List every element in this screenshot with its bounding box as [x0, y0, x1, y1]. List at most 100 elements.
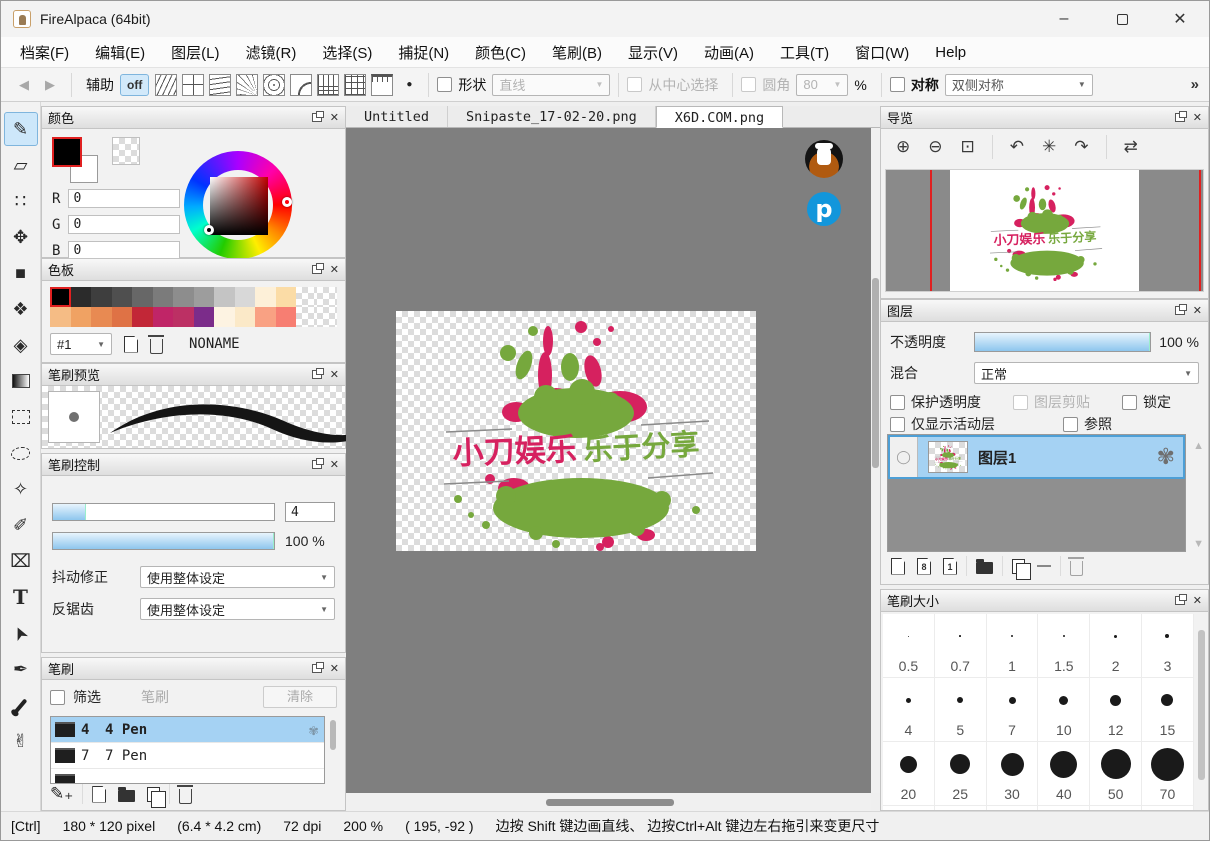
palette-swatch[interactable]	[296, 307, 317, 327]
palette-swatch[interactable]	[296, 287, 317, 307]
panel-close-icon[interactable]: ✕	[330, 458, 339, 471]
saturation-square[interactable]	[210, 177, 268, 235]
rect-select-tool[interactable]	[4, 400, 38, 434]
close-button[interactable]: ✕	[1151, 1, 1209, 37]
menu-item-13[interactable]: Help	[922, 40, 979, 65]
brush-size-value[interactable]: 4	[285, 502, 335, 522]
palette-swatch[interactable]	[214, 307, 235, 327]
hscroll-thumb[interactable]	[546, 799, 674, 806]
panel-close-icon[interactable]: ✕	[1193, 304, 1202, 317]
panel-float-icon[interactable]	[312, 265, 322, 274]
menu-item-2[interactable]: 编辑(E)	[82, 38, 158, 67]
snap-parallel-icon[interactable]	[155, 74, 177, 96]
palette-swatch[interactable]	[214, 287, 235, 307]
snap-cross-icon[interactable]	[182, 74, 204, 96]
panel-close-icon[interactable]: ✕	[330, 368, 339, 381]
document-tab-2[interactable]: Snipaste_17-02-20.png	[448, 106, 656, 127]
palette-swatch[interactable]	[132, 287, 153, 307]
menu-item-4[interactable]: 滤镜(R)	[233, 38, 310, 67]
palette-swatch[interactable]	[112, 307, 133, 327]
brush-size-option[interactable]: 3	[1142, 614, 1194, 678]
lasso-select-tool[interactable]	[4, 436, 38, 470]
brush-size-option[interactable]: 10	[1038, 678, 1090, 742]
menu-item-9[interactable]: 显示(V)	[615, 38, 691, 67]
select-pen-tool[interactable]: ✐	[4, 508, 38, 542]
checkbox[interactable]	[1063, 417, 1078, 432]
palette-swatch[interactable]	[91, 287, 112, 307]
r-value-field[interactable]: 0	[68, 189, 180, 208]
gradient-tool[interactable]	[4, 364, 38, 398]
new-layer-icon[interactable]	[891, 558, 905, 575]
menu-item-6[interactable]: 捕捉(N)	[385, 38, 462, 67]
symmetry-dropdown[interactable]: 双侧对称▼	[945, 74, 1093, 96]
hand-tool[interactable]: ✌	[4, 724, 38, 758]
menu-item-8[interactable]: 笔刷(B)	[539, 38, 615, 67]
brush-size-scrollbar[interactable]	[1198, 630, 1205, 780]
panel-float-icon[interactable]	[1175, 596, 1185, 605]
snap-radial-icon[interactable]	[236, 74, 258, 96]
brush-item-partial[interactable]	[51, 769, 324, 784]
g-value-field[interactable]: 0	[68, 215, 180, 234]
shape-dropdown[interactable]: 直线▼	[492, 74, 610, 96]
brush-size-option[interactable]: 70	[1142, 742, 1194, 806]
new-1bit-layer-icon[interactable]	[943, 558, 957, 575]
brush-item[interactable]: 77 Pen	[51, 743, 324, 769]
checkbox[interactable]	[890, 395, 905, 410]
blob-brush-tool[interactable]: ❖	[4, 292, 38, 326]
brush-size-slider[interactable]	[52, 503, 275, 521]
palette-swatch[interactable]	[317, 287, 338, 307]
brush-size-option[interactable]: 12	[1090, 678, 1142, 742]
dot-tool[interactable]: ∷	[4, 184, 38, 218]
navigator-preview[interactable]	[885, 169, 1204, 292]
fill-shape-tool[interactable]: ■	[4, 256, 38, 290]
delete-palette-icon[interactable]	[150, 339, 163, 354]
toolbar-overflow-icon[interactable]: »	[1191, 76, 1199, 93]
panel-close-icon[interactable]: ✕	[1193, 111, 1202, 124]
palette-swatch[interactable]	[112, 287, 133, 307]
minimize-button[interactable]: –	[1035, 1, 1093, 37]
brush-size-option[interactable]: 5	[935, 678, 987, 742]
panel-close-icon[interactable]: ✕	[330, 263, 339, 276]
flip-icon[interactable]: ⇄	[1115, 137, 1147, 157]
snap-ruler-icon[interactable]	[371, 74, 393, 96]
palette-swatch[interactable]	[255, 307, 276, 327]
brush-size-option[interactable]	[987, 806, 1039, 810]
antialias-dropdown[interactable]: 使用整体设定▼	[140, 598, 335, 620]
menu-item-7[interactable]: 颜色(C)	[462, 38, 539, 67]
palette-set-dropdown[interactable]: #1▼	[50, 333, 112, 355]
brush-size-option[interactable]: 40	[1038, 742, 1090, 806]
brush-size-option[interactable]: 0.7	[935, 614, 987, 678]
curve-tool[interactable]: ✒	[4, 652, 38, 686]
correction-dropdown[interactable]: 使用整体设定▼	[140, 566, 335, 588]
panel-float-icon[interactable]	[312, 460, 322, 469]
new-palette-icon[interactable]	[124, 336, 138, 353]
text-tool[interactable]: T	[4, 580, 38, 614]
sv-selector[interactable]	[204, 225, 214, 235]
palette-swatch[interactable]	[194, 307, 215, 327]
brush-size-option[interactable]: 25	[935, 742, 987, 806]
new-brush-icon[interactable]	[92, 786, 106, 803]
palette-swatch[interactable]	[132, 307, 153, 327]
delete-brush-icon[interactable]	[179, 789, 192, 804]
add-brush-icon[interactable]: ✎₊	[50, 784, 73, 804]
brush-size-option[interactable]: 20	[883, 742, 935, 806]
round-corner-dropdown[interactable]: 80▼	[796, 74, 848, 96]
panel-close-icon[interactable]: ✕	[1193, 594, 1202, 607]
move-tool[interactable]: ✥	[4, 220, 38, 254]
panel-float-icon[interactable]	[1175, 113, 1185, 122]
rotate-right-icon[interactable]: ↷	[1065, 137, 1097, 157]
symmetry-checkbox[interactable]	[890, 77, 905, 92]
panel-float-icon[interactable]	[312, 370, 322, 379]
pixiv-icon[interactable]: p	[807, 192, 841, 226]
brush-size-option[interactable]: 1.5	[1038, 614, 1090, 678]
brush-size-option[interactable]: 1	[987, 614, 1039, 678]
canvas-horizontal-scrollbar[interactable]	[346, 793, 871, 811]
round-corner-checkbox[interactable]	[741, 77, 756, 92]
prev-snap-icon[interactable]: ◀	[11, 77, 37, 93]
layer-visibility-toggle[interactable]: ◯	[890, 437, 918, 477]
brush-size-option[interactable]: 50	[1090, 742, 1142, 806]
maximize-button[interactable]	[1093, 1, 1151, 37]
snap-perspective-icon[interactable]	[317, 74, 339, 96]
menu-item-10[interactable]: 动画(A)	[691, 38, 767, 67]
brush-size-option[interactable]: 15	[1142, 678, 1194, 742]
